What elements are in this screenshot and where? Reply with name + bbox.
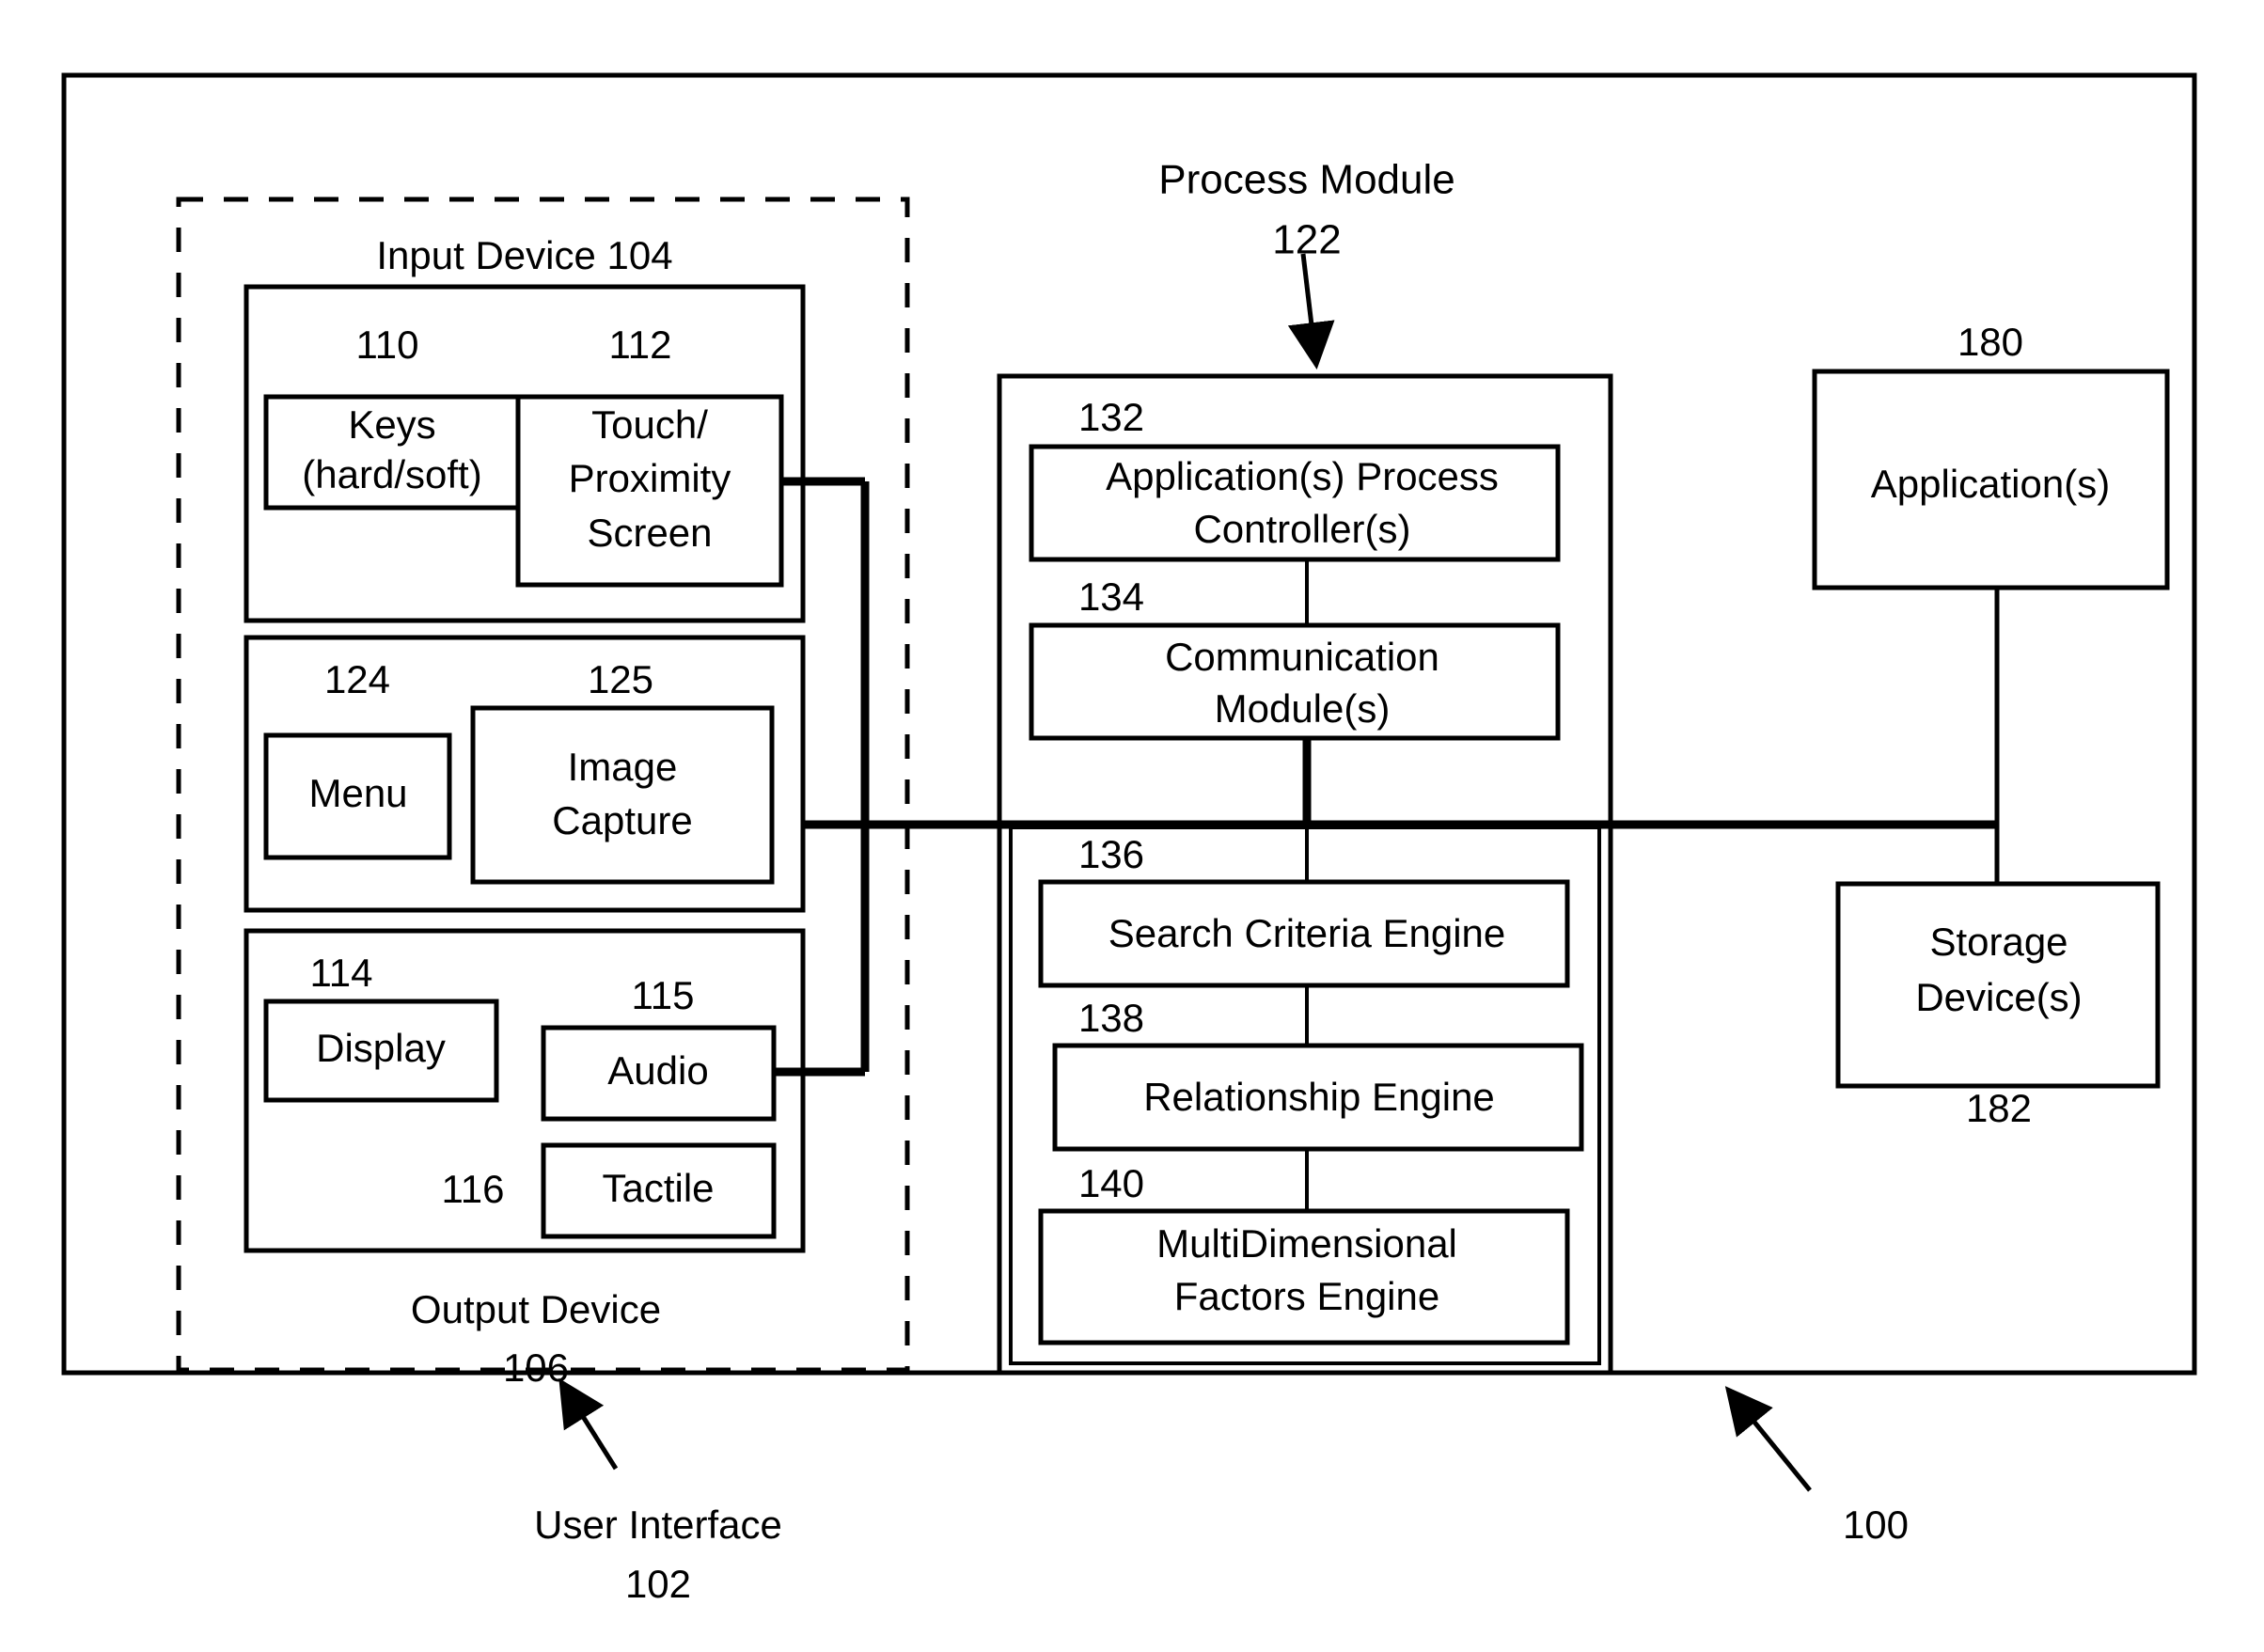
process-module-ref: 122 xyxy=(1272,217,1341,263)
relationship-engine-label: Relationship Engine xyxy=(1143,1075,1495,1119)
communication-module-line1: Communication xyxy=(1165,635,1439,679)
ref-112: 112 xyxy=(609,323,672,367)
ref-100: 100 xyxy=(1843,1503,1909,1547)
leader-arrow-user-interface-102 xyxy=(558,1377,619,1471)
keys-label-line2: (hard/soft) xyxy=(302,452,481,496)
ref-115: 115 xyxy=(632,973,695,1017)
storage-device-line2: Device(s) xyxy=(1915,975,2082,1019)
tactile-label: Tactile xyxy=(602,1166,714,1210)
user-interface-ref: 102 xyxy=(625,1562,691,1606)
ref-180: 180 xyxy=(1957,320,2023,364)
storage-device-line1: Storage xyxy=(1929,920,2067,964)
ref-134: 134 xyxy=(1078,574,1144,619)
ref-116: 116 xyxy=(442,1167,505,1211)
ref-140: 140 xyxy=(1078,1161,1144,1205)
process-module-title: Process Module xyxy=(1158,157,1454,203)
leader-arrow-system-100 xyxy=(1724,1386,1812,1492)
image-capture-line1: Image xyxy=(568,745,678,789)
patent-figure-page: Process Module 122 Input Device 104 110 … xyxy=(0,0,2264,1652)
menu-label: Menu xyxy=(308,771,407,815)
audio-label: Audio xyxy=(607,1048,708,1093)
output-device-title: Output Device xyxy=(411,1287,661,1331)
leader-arrow-process-module-122 xyxy=(1287,253,1335,370)
image-capture-line2: Capture xyxy=(552,798,692,842)
user-interface-title: User Interface xyxy=(534,1503,782,1547)
ref-182: 182 xyxy=(1966,1086,2032,1130)
app-process-controller-line1: Application(s) Process xyxy=(1106,454,1499,498)
input-device-title: Input Device 104 xyxy=(376,233,672,277)
ref-136: 136 xyxy=(1078,832,1144,876)
ref-125: 125 xyxy=(588,657,653,701)
multidimensional-line2: Factors Engine xyxy=(1174,1274,1439,1318)
communication-module-line2: Module(s) xyxy=(1215,686,1391,731)
ref-110: 110 xyxy=(356,323,419,367)
display-label: Display xyxy=(316,1026,446,1070)
keys-label-line1: Keys xyxy=(348,402,435,447)
ref-138: 138 xyxy=(1078,996,1144,1040)
app-process-controller-line2: Controller(s) xyxy=(1193,507,1410,551)
touch-label-line2: Proximity xyxy=(569,456,731,500)
image-capture-box-125 xyxy=(470,705,775,885)
system-block-diagram: Process Module 122 Input Device 104 110 … xyxy=(61,72,2197,1606)
touch-label-line3: Screen xyxy=(587,511,712,555)
ref-114: 114 xyxy=(310,951,373,995)
search-criteria-engine-label: Search Criteria Engine xyxy=(1108,911,1506,955)
touch-label-line1: Touch/ xyxy=(591,402,708,447)
ref-124: 124 xyxy=(324,657,390,701)
output-device-ref: 106 xyxy=(503,1345,569,1390)
ref-132: 132 xyxy=(1078,395,1144,439)
applications-label: Application(s) xyxy=(1871,462,2110,506)
multidimensional-line1: MultiDimensional xyxy=(1156,1221,1457,1266)
